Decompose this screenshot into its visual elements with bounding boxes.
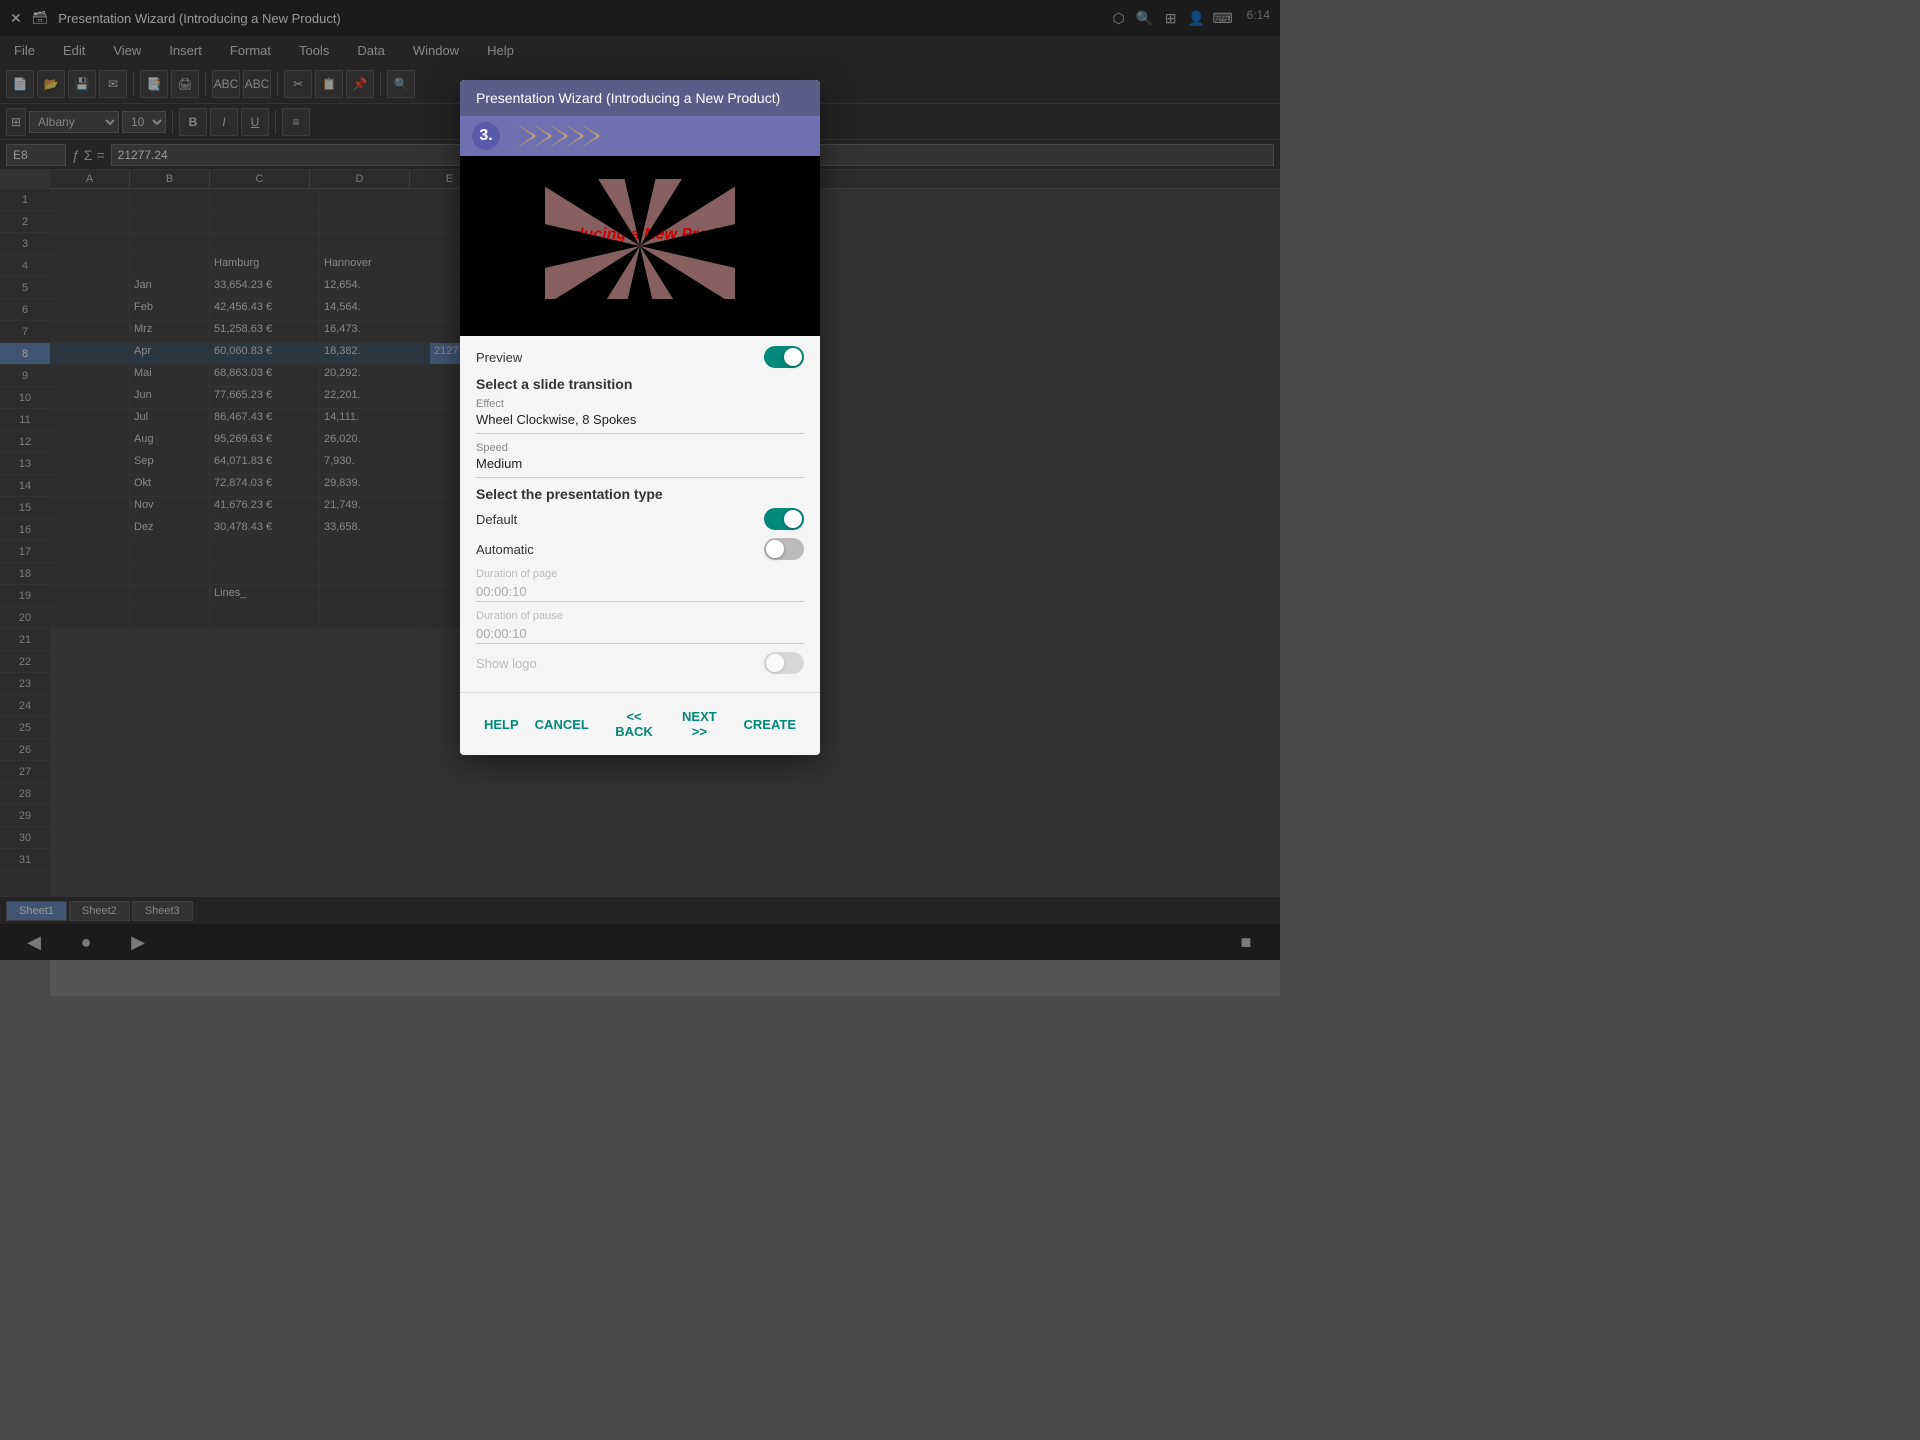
duration-page-label: Duration of page (476, 568, 804, 580)
preview-toggle-knob (784, 348, 802, 366)
speed-value[interactable]: Medium (476, 456, 804, 478)
dialog-content: Preview Select a slide transition Effect… (460, 336, 820, 692)
speed-field-row: Speed Medium (476, 442, 804, 478)
back-button[interactable]: << BACK (605, 703, 663, 745)
create-button[interactable]: CREATE (736, 703, 804, 745)
duration-pause-input (476, 624, 804, 644)
speed-label: Speed (476, 442, 804, 454)
presentation-type-title: Select the presentation type (476, 486, 804, 502)
cancel-button[interactable]: CANCEL (527, 703, 597, 745)
wizard-step-bar: 3. (460, 116, 820, 156)
dialog-footer: HELP CANCEL << BACK NEXT >> CREATE (460, 692, 820, 755)
automatic-toggle-knob (766, 540, 784, 558)
default-toggle-knob (784, 510, 802, 528)
dialog-title: Presentation Wizard (Introducing a New P… (476, 90, 780, 106)
footer-left: HELP (476, 703, 527, 745)
dialog-overlay: Presentation Wizard (Introducing a New P… (0, 0, 1280, 960)
effect-value[interactable]: Wheel Clockwise, 8 Spokes (476, 412, 804, 434)
show-logo-row: Show logo (476, 652, 804, 674)
duration-pause-row: Duration of pause (476, 610, 804, 644)
duration-page-input (476, 582, 804, 602)
footer-right: CANCEL << BACK NEXT >> CREATE (527, 703, 804, 745)
effect-field-row: Effect Wheel Clockwise, 8 Spokes (476, 398, 804, 434)
preview-toggle-row: Preview (476, 346, 804, 368)
preview-label: Preview (476, 350, 522, 365)
show-logo-label: Show logo (476, 656, 537, 671)
step-arrows (516, 122, 656, 150)
automatic-toggle[interactable] (764, 538, 804, 560)
dialog-header: Presentation Wizard (Introducing a New P… (460, 80, 820, 116)
default-label: Default (476, 512, 517, 527)
step-number: 3. (472, 122, 500, 150)
effect-label: Effect (476, 398, 804, 410)
show-logo-toggle (764, 652, 804, 674)
slide-transition-title: Select a slide transition (476, 376, 804, 392)
default-toggle[interactable] (764, 508, 804, 530)
next-button[interactable]: NEXT >> (671, 703, 727, 745)
automatic-toggle-row: Automatic (476, 538, 804, 560)
preview-toggle[interactable] (764, 346, 804, 368)
automatic-label: Automatic (476, 542, 534, 557)
preview-area: Introducing a New Product (460, 156, 820, 336)
help-button[interactable]: HELP (476, 703, 527, 745)
step-arrows-svg (516, 122, 656, 150)
duration-pause-label: Duration of pause (476, 610, 804, 622)
default-toggle-row: Default (476, 508, 804, 530)
duration-page-row: Duration of page (476, 568, 804, 602)
show-logo-toggle-knob (766, 654, 784, 672)
pinwheel-svg: Introducing a New Product (485, 159, 795, 334)
presentation-wizard-dialog: Presentation Wizard (Introducing a New P… (460, 80, 820, 755)
